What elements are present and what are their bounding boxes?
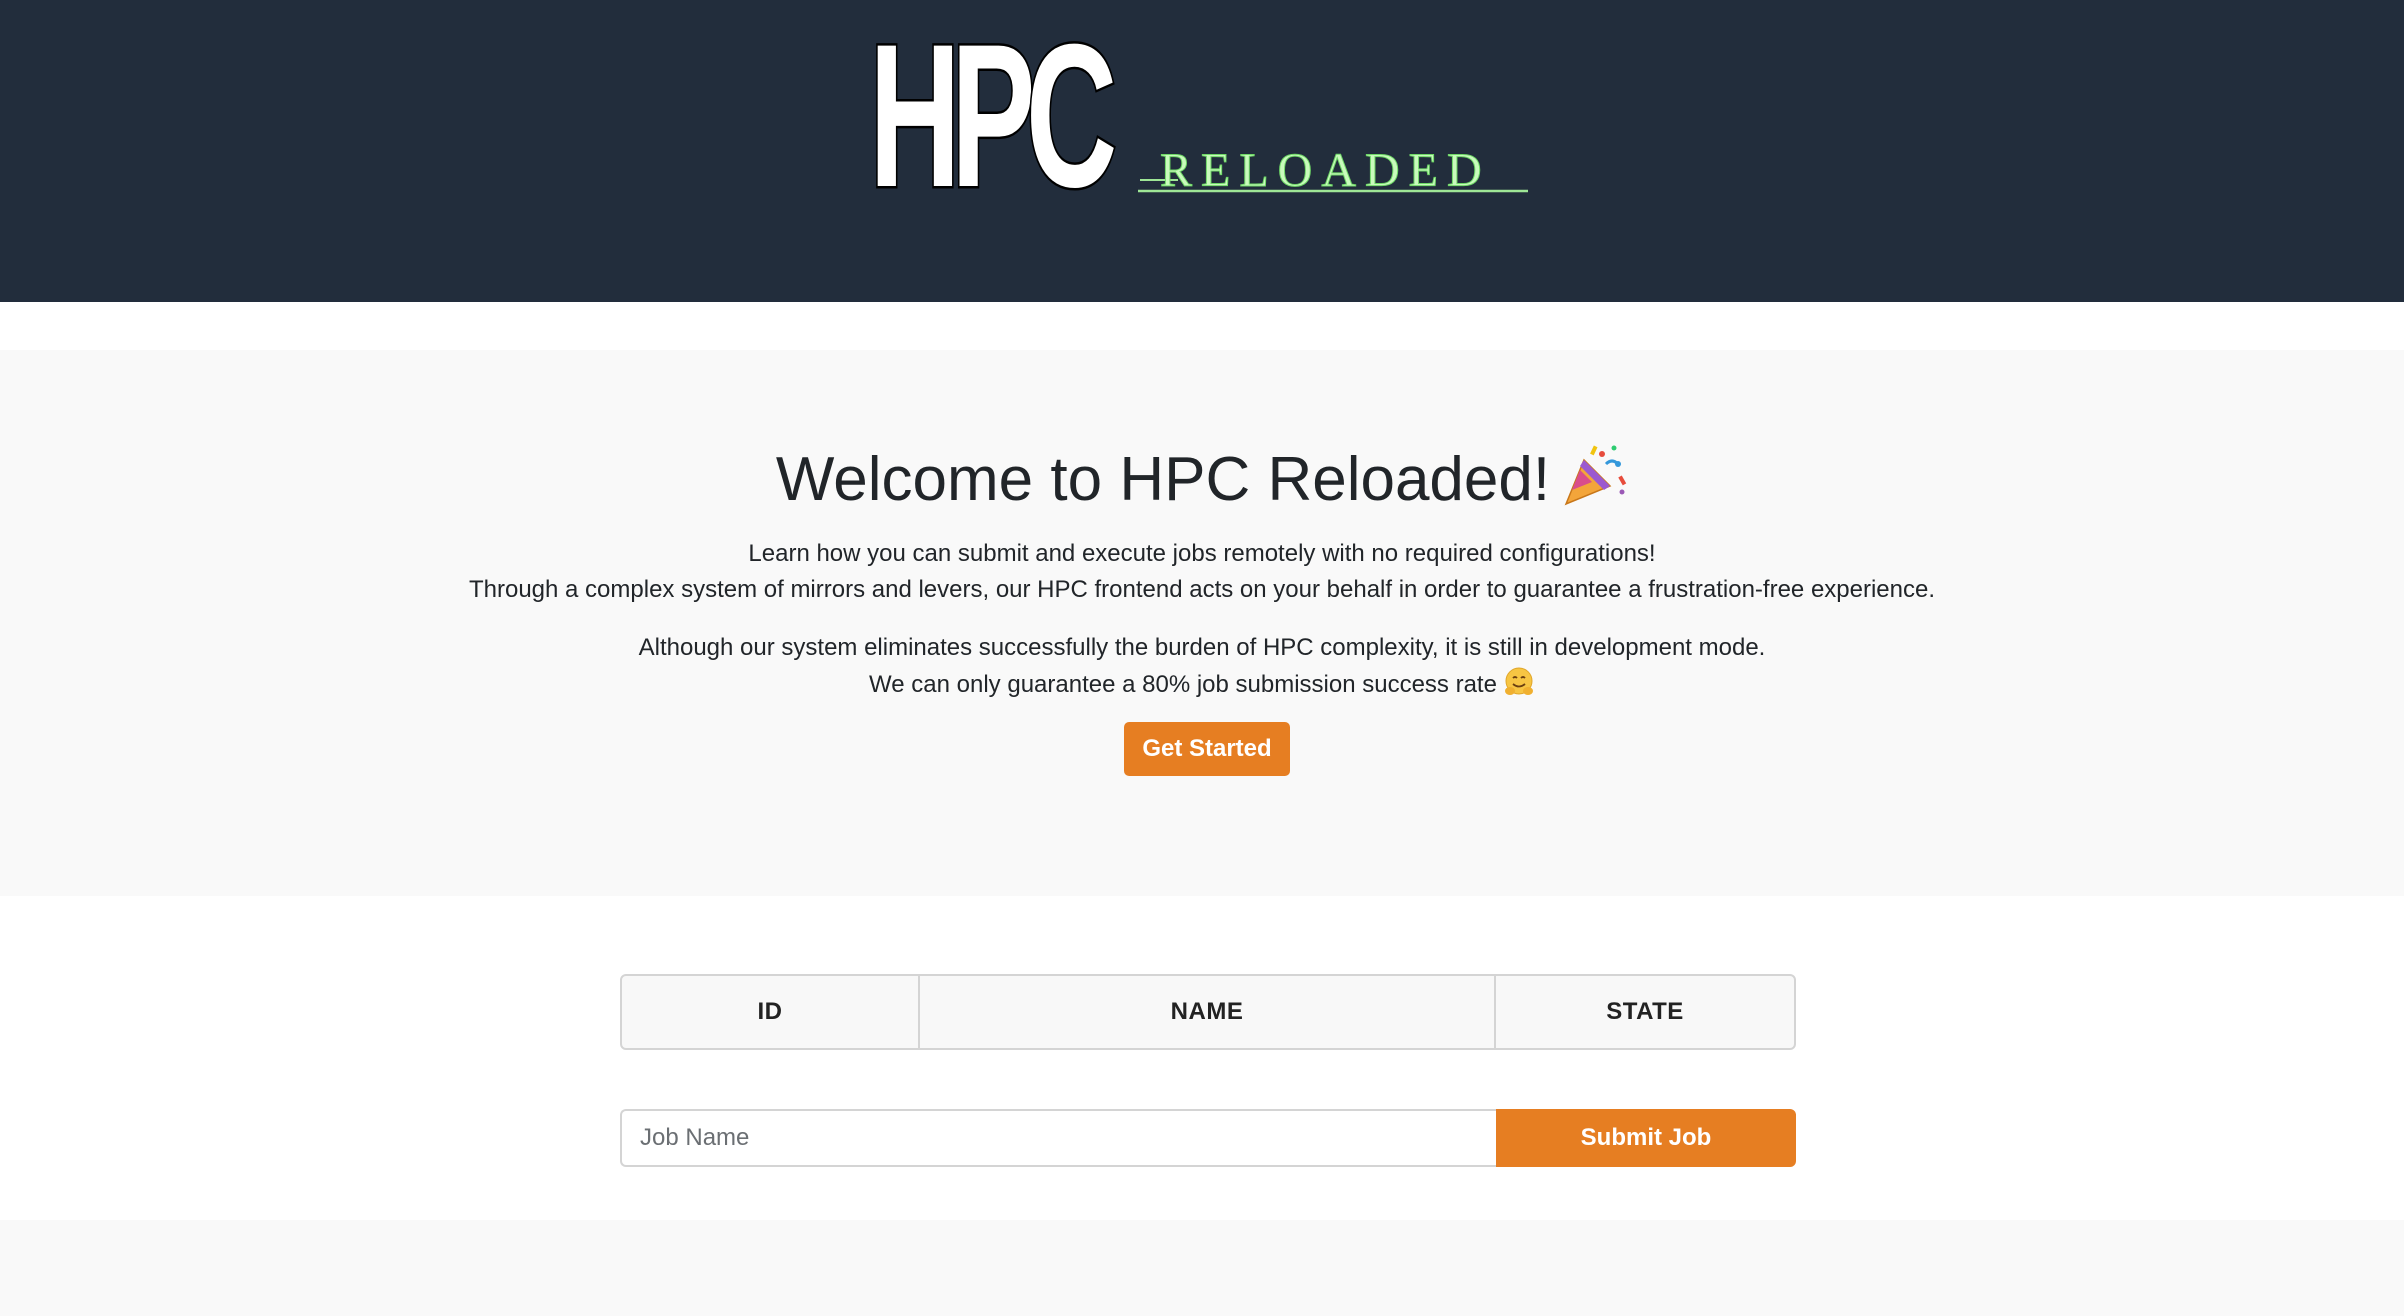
- logo-graphic: HPC RELOADED: [868, 20, 1528, 210]
- get-started-button[interactable]: Get Started: [1124, 722, 1290, 776]
- column-header-name[interactable]: NAME: [920, 976, 1496, 1048]
- header-spacer: [0, 302, 2404, 350]
- jobs-table-header: ID NAME STATE: [620, 974, 1796, 1050]
- hero-notice-line-2-text: We can only guarantee a 80% job submissi…: [869, 671, 1497, 698]
- hero-title-text: Welcome to HPC Reloaded!: [775, 445, 1551, 514]
- hero-notice-line-2: We can only guarantee a 80% job submissi…: [0, 666, 2404, 703]
- logo-main-text: HPC: [869, 20, 1117, 210]
- hero-title: Welcome to HPC Reloaded!: [0, 440, 2404, 520]
- hugging-face-icon: [1503, 666, 1535, 698]
- jobs-section: ID NAME STATE Submit Job: [0, 896, 2404, 1220]
- page-footer-area: [0, 1220, 2404, 1316]
- party-popper-icon: [1562, 442, 1628, 508]
- submit-job-button[interactable]: Submit Job: [1496, 1109, 1796, 1167]
- column-header-state[interactable]: STATE: [1496, 976, 1794, 1048]
- column-header-id[interactable]: ID: [622, 976, 920, 1048]
- logo-sub-text: RELOADED: [1160, 144, 1491, 197]
- hero-intro-line-2: Through a complex system of mirrors and …: [468, 576, 1936, 603]
- job-name-input[interactable]: [620, 1109, 1496, 1167]
- hpc-reloaded-logo[interactable]: HPC RELOADED: [868, 20, 1548, 210]
- site-header: HPC RELOADED: [0, 0, 2404, 302]
- hero-section: Welcome to HPC Reloaded! Learn how you c…: [0, 350, 2404, 896]
- submit-job-form: Submit Job: [620, 1109, 1796, 1167]
- hero-notice-line-1: Although our system eliminates successfu…: [638, 634, 1766, 661]
- hero-intro-line-1: Learn how you can submit and execute job…: [748, 540, 1656, 567]
